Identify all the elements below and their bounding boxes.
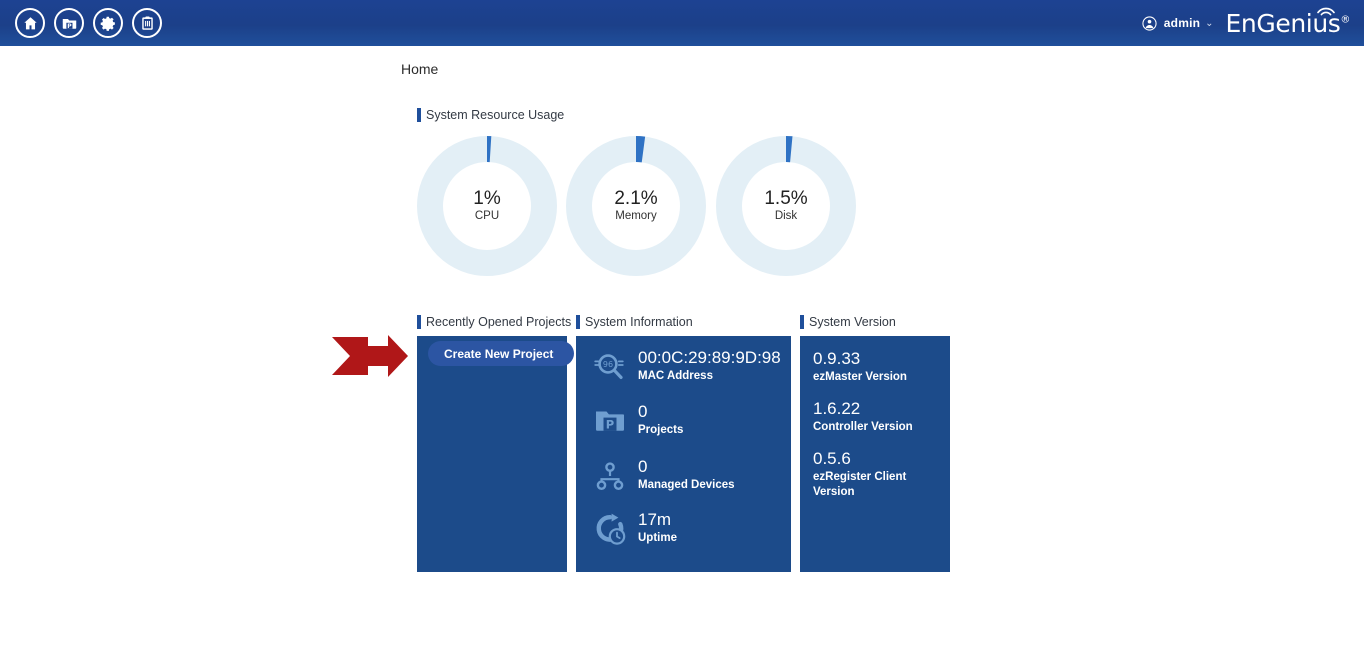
section-title-recent-projects: Recently Opened Projects: [417, 315, 571, 329]
svg-text:P: P: [67, 22, 72, 29]
registered-mark: ®: [1340, 14, 1350, 25]
uptime-label: Uptime: [638, 531, 677, 546]
disk-label: Disk: [775, 211, 797, 223]
red-arrow-annotation: [330, 334, 410, 378]
user-avatar-icon: [1142, 16, 1157, 31]
section-title-system-version: System Version: [800, 315, 896, 329]
projects-icon[interactable]: P: [54, 8, 84, 38]
system-information-card: 96 00:0C:29:89:9D:98 MAC Address P 0 Pro…: [576, 336, 791, 572]
info-row-projects: P 0 Projects: [593, 402, 683, 438]
info-row-uptime: 17m Uptime: [593, 510, 677, 546]
controller-version-label: Controller Version: [813, 420, 913, 435]
recently-opened-projects-card: Create New Project: [417, 336, 567, 572]
home-icon[interactable]: [15, 8, 45, 38]
projects-count-label: Projects: [638, 423, 683, 438]
section-title-system-information: System Information: [576, 315, 693, 329]
version-row-controller: 1.6.22 Controller Version: [813, 398, 913, 435]
create-new-project-button[interactable]: Create New Project: [428, 341, 574, 366]
chevron-down-icon[interactable]: ⌄: [1205, 18, 1213, 29]
header-nav-icons: P: [15, 8, 162, 38]
info-row-managed-devices: 0 Managed Devices: [593, 457, 735, 493]
settings-icon[interactable]: [93, 8, 123, 38]
managed-devices-value: 0: [638, 457, 735, 477]
donut-chart-memory: 2.1% Memory: [566, 136, 706, 276]
uptime-clock-icon: [593, 512, 627, 546]
logs-icon[interactable]: [132, 8, 162, 38]
memory-label: Memory: [615, 211, 657, 223]
breadcrumb: Home: [401, 61, 438, 77]
network-devices-icon: [593, 459, 627, 493]
top-header-bar: P: [0, 0, 1364, 46]
cpu-label: CPU: [475, 211, 499, 223]
memory-value: 2.1%: [614, 189, 657, 208]
donut-chart-cpu: 1% CPU: [417, 136, 557, 276]
admin-username[interactable]: admin: [1164, 16, 1200, 30]
ezregister-version-label: ezRegister Client Version: [813, 470, 950, 500]
version-row-ezmaster: 0.9.33 ezMaster Version: [813, 348, 907, 385]
folder-projects-icon: P: [593, 404, 627, 438]
engenius-logo: EnGenius®: [1226, 11, 1350, 36]
ezregister-version-value: 0.5.6: [813, 448, 950, 469]
resource-usage-charts: 1% CPU 2.1% Memory 1.5% Disk: [417, 136, 957, 281]
managed-devices-label: Managed Devices: [638, 478, 735, 493]
controller-version-value: 1.6.22: [813, 398, 913, 419]
section-title-resource-usage: System Resource Usage: [417, 108, 564, 122]
projects-count-value: 0: [638, 402, 683, 422]
disk-value: 1.5%: [764, 189, 807, 208]
wifi-arc-icon: [1316, 4, 1336, 16]
uptime-value: 17m: [638, 510, 677, 530]
mac-address-label: MAC Address: [638, 369, 781, 384]
cpu-value: 1%: [473, 189, 500, 208]
mac-lookup-icon: 96: [593, 350, 627, 384]
info-row-mac-address: 96 00:0C:29:89:9D:98 MAC Address: [593, 348, 781, 384]
header-user-area: admin ⌄ EnGenius®: [1142, 11, 1350, 36]
mac-address-value: 00:0C:29:89:9D:98: [638, 348, 781, 368]
ezmaster-version-value: 0.9.33: [813, 348, 907, 369]
donut-chart-disk: 1.5% Disk: [716, 136, 856, 276]
svg-text:P: P: [606, 417, 614, 431]
ezmaster-version-label: ezMaster Version: [813, 370, 907, 385]
system-version-card: 0.9.33 ezMaster Version 1.6.22 Controlle…: [800, 336, 950, 572]
svg-text:96: 96: [603, 360, 613, 369]
version-row-ezregister: 0.5.6 ezRegister Client Version: [813, 448, 950, 500]
